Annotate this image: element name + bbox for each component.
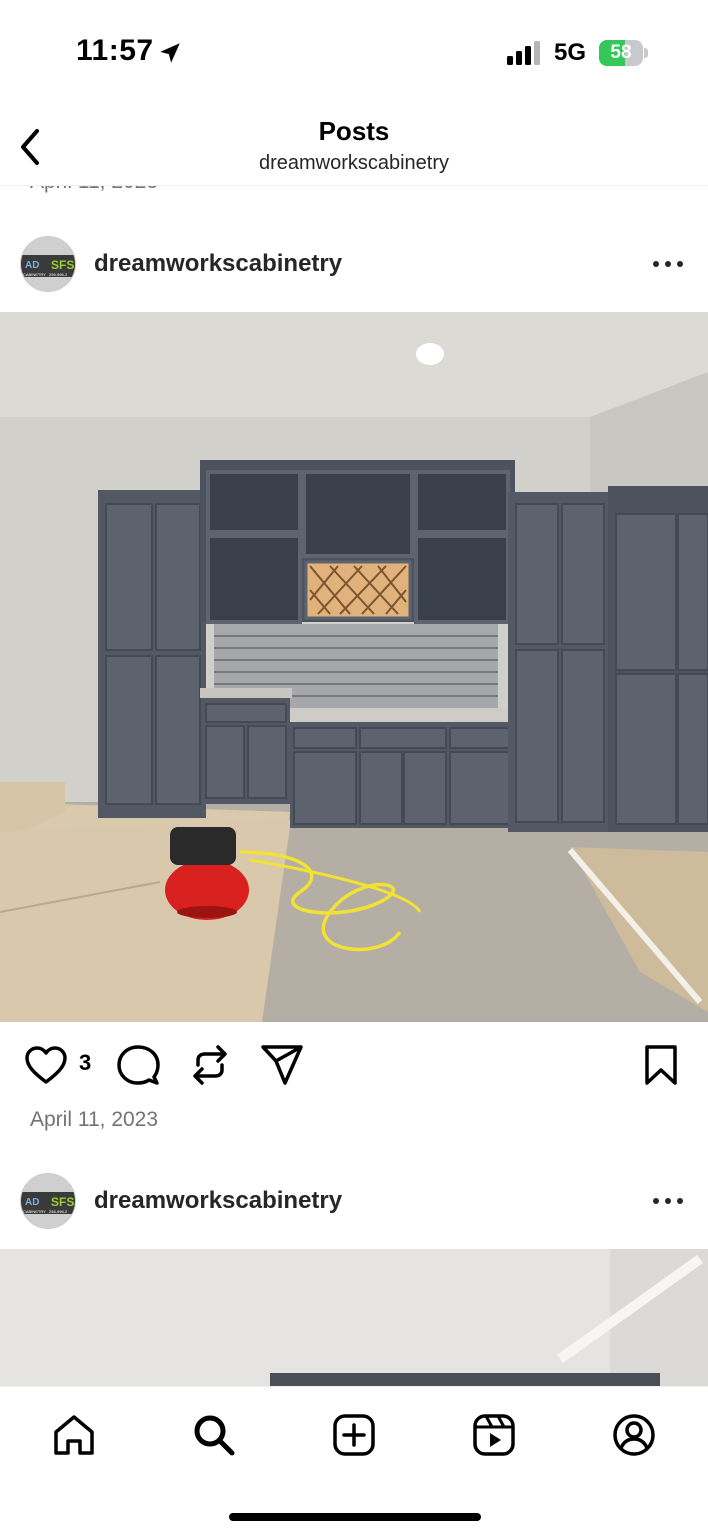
signal-bars-icon <box>507 41 540 65</box>
tab-home[interactable] <box>46 1407 102 1463</box>
nav-header: Posts dreamworkscabinetry <box>0 104 708 186</box>
post-header: AD SFS CABINETRY 256-996-2 dreamworkscab… <box>0 1161 708 1241</box>
battery-charging-icon: 58 <box>599 40 649 66</box>
like-button[interactable] <box>22 1042 70 1088</box>
repost-icon <box>193 1045 227 1085</box>
avatar[interactable]: AD SFS CABINETRY 256-996-2 <box>20 1173 76 1229</box>
search-icon <box>194 1415 235 1456</box>
share-icon <box>261 1045 303 1085</box>
room-photo <box>0 1249 708 1386</box>
location-arrow-icon <box>160 43 180 63</box>
bottom-tab-bar <box>0 1386 708 1536</box>
comment-icon <box>117 1045 160 1085</box>
home-icon <box>54 1415 94 1455</box>
svg-text:256-996-2: 256-996-2 <box>49 1209 68 1214</box>
cabinetry-photo <box>0 312 708 1022</box>
create-icon <box>333 1414 375 1456</box>
more-options-button[interactable] <box>644 1183 692 1219</box>
more-dots-icon <box>653 261 683 267</box>
post-username[interactable]: dreamworkscabinetry <box>94 250 342 278</box>
save-button[interactable] <box>638 1042 684 1088</box>
battery-percent: 58 <box>610 42 632 63</box>
tab-profile[interactable] <box>606 1407 662 1463</box>
post-image[interactable] <box>0 312 708 1022</box>
profile-icon <box>613 1414 655 1456</box>
svg-text:SFS: SFS <box>51 258 74 272</box>
svg-text:AD: AD <box>25 260 39 271</box>
post-date: April 11, 2023 <box>30 1108 159 1131</box>
svg-text:256-996-2: 256-996-2 <box>49 272 68 277</box>
svg-text:SFS: SFS <box>51 1195 74 1209</box>
svg-text:CABINETRY: CABINETRY <box>23 1209 46 1214</box>
home-indicator[interactable] <box>229 1513 481 1521</box>
bookmark-icon <box>645 1045 677 1085</box>
tab-create[interactable] <box>326 1407 382 1463</box>
like-count: 3 <box>79 1050 92 1075</box>
heart-icon <box>25 1046 67 1084</box>
repost-button[interactable] <box>186 1040 234 1090</box>
reels-icon <box>473 1414 515 1456</box>
more-dots-icon <box>653 1198 683 1204</box>
avatar[interactable]: AD SFS CABINETRY 256-996-2 <box>20 236 76 292</box>
svg-text:CABINETRY: CABINETRY <box>23 272 46 277</box>
comment-button[interactable] <box>114 1042 162 1088</box>
post-actions: 3 <box>0 1024 708 1104</box>
tab-reels[interactable] <box>466 1407 522 1463</box>
avatar-logo: AD SFS CABINETRY 256-996-2 <box>21 237 75 291</box>
post-image[interactable] <box>0 1249 708 1386</box>
more-options-button[interactable] <box>644 246 692 282</box>
post-username[interactable]: dreamworkscabinetry <box>94 1187 342 1215</box>
avatar-logo: AD SFS CABINETRY 256-996-2 <box>21 1174 75 1228</box>
tab-search[interactable] <box>186 1407 242 1463</box>
svg-text:AD: AD <box>25 1197 39 1208</box>
network-type: 5G <box>554 39 587 66</box>
page-subtitle: dreamworkscabinetry <box>258 152 450 174</box>
share-button[interactable] <box>258 1042 306 1088</box>
page-title: Posts <box>318 116 390 146</box>
post-header: AD SFS CABINETRY 256-996-2 dreamworkscab… <box>0 224 708 304</box>
status-bar: 11:57 5G 58 <box>0 0 708 104</box>
clock-time: 11:57 <box>76 34 154 67</box>
